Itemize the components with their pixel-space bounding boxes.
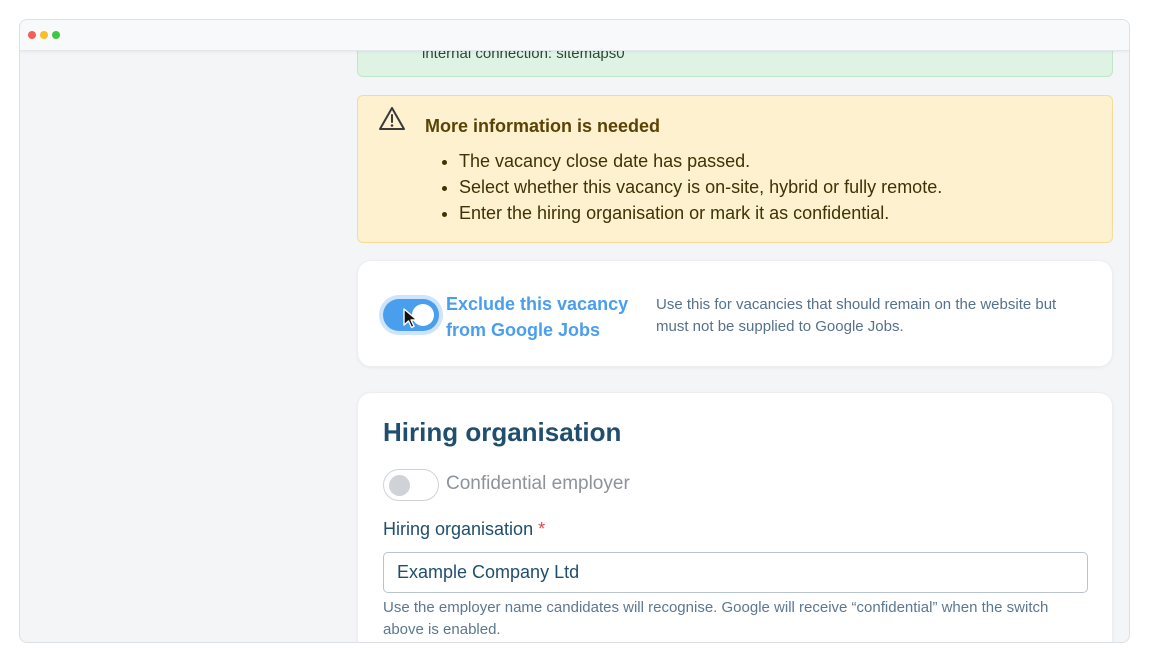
warning-alert-list: The vacancy close date has passed. Selec… [442, 148, 942, 226]
success-alert-text: internal connection: sitemaps0 [422, 50, 625, 62]
mouse-cursor-icon [403, 308, 418, 329]
warning-alert-title: More information is needed [425, 116, 661, 136]
exclude-google-jobs-label[interactable]: Exclude this vacancy from Google Jobs [446, 291, 646, 343]
confidential-employer-toggle[interactable] [383, 469, 439, 501]
required-marker: * [538, 519, 546, 539]
exclude-google-jobs-toggle[interactable] [383, 299, 439, 331]
exclude-google-jobs-card: Exclude this vacancy from Google Jobs Us… [357, 260, 1113, 367]
hiring-organisation-card: Hiring organisation Confidential employe… [357, 392, 1113, 642]
browser-window: internal connection: sitemaps0 More info… [19, 19, 1130, 643]
warning-triangle-icon [379, 107, 405, 130]
hiring-organisation-input[interactable] [383, 552, 1088, 593]
warning-alert: More information is needed The vacancy c… [357, 95, 1113, 243]
window-titlebar [20, 20, 1129, 51]
field-label-text: Hiring organisation [383, 519, 534, 539]
success-alert: internal connection: sitemaps0 [357, 50, 1113, 77]
hiring-organisation-help: Use the employer name candidates will re… [383, 599, 1049, 638]
exclude-label-line1: Exclude this vacancy [446, 294, 629, 314]
close-window-button[interactable] [28, 31, 36, 39]
warning-alert-item: The vacancy close date has passed. [459, 148, 942, 174]
confidential-employer-label[interactable]: Confidential employer [446, 473, 630, 495]
warning-alert-item: Select whether this vacancy is on-site, … [459, 174, 942, 200]
minimize-window-button[interactable] [40, 31, 48, 39]
exclude-google-jobs-help: Use this for vacancies that should remai… [656, 296, 1057, 335]
hiring-organisation-field-label: Hiring organisation * [383, 519, 545, 540]
page-content: internal connection: sitemaps0 More info… [20, 50, 1129, 642]
maximize-window-button[interactable] [52, 31, 60, 39]
toggle-knob [389, 475, 410, 496]
warning-alert-item: Enter the hiring organisation or mark it… [459, 200, 942, 226]
exclude-label-line2: from Google Jobs [446, 320, 601, 340]
hiring-organisation-title: Hiring organisation [383, 417, 622, 447]
